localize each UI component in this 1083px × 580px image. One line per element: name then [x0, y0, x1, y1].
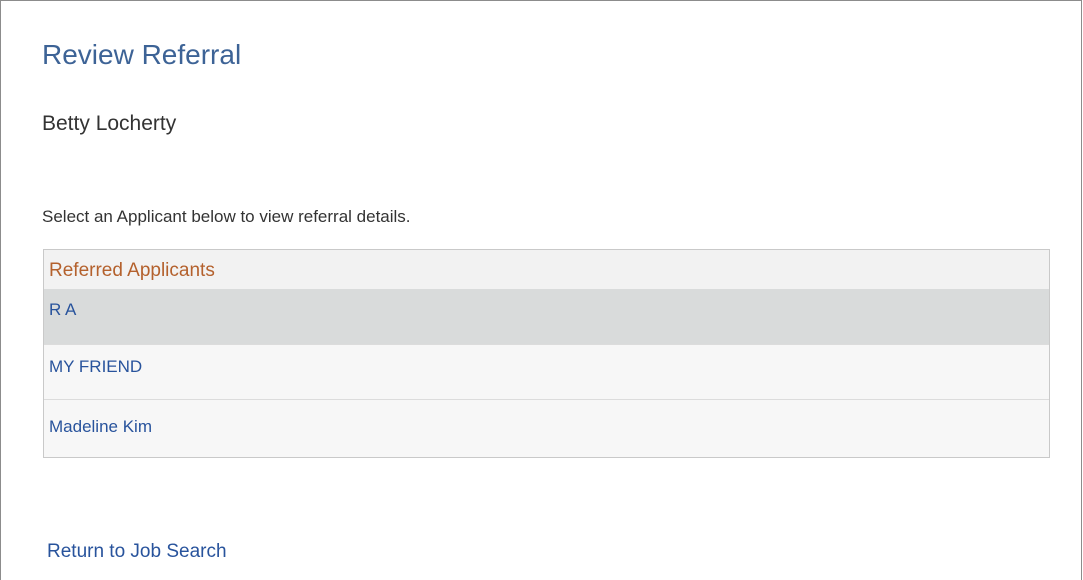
applicant-row-ra[interactable]: R A: [44, 289, 1049, 344]
page-title: Review Referral: [42, 39, 242, 70]
grid-header: Referred Applicants: [44, 250, 1049, 289]
person-name: Betty Locherty: [42, 112, 177, 135]
applicant-row-my-friend[interactable]: MY FRIEND: [44, 344, 1049, 399]
instruction-text: Select an Applicant below to view referr…: [42, 207, 411, 226]
referred-applicants-grid: Referred Applicants R A MY FRIEND Madeli…: [43, 249, 1050, 458]
applicant-row-madeline-kim[interactable]: Madeline Kim: [44, 399, 1049, 456]
return-to-job-search-link[interactable]: Return to Job Search: [47, 539, 227, 565]
